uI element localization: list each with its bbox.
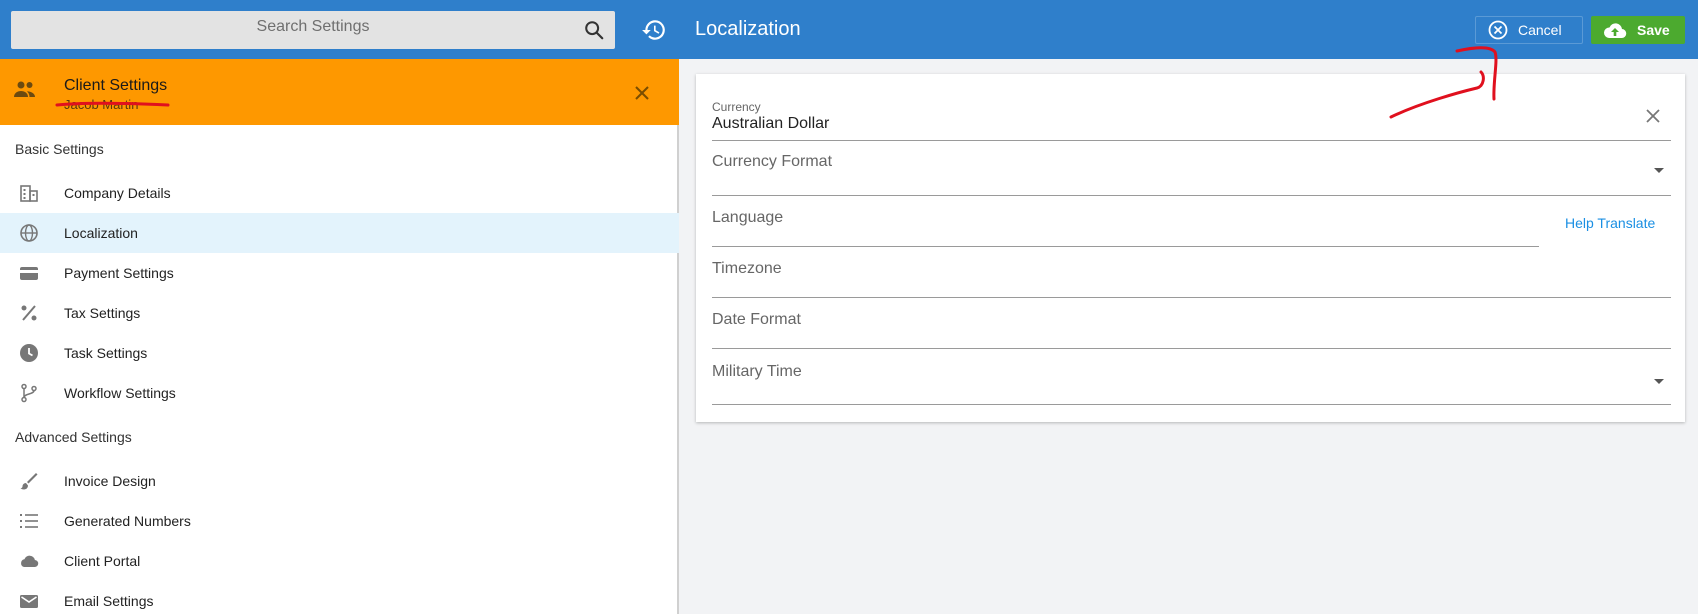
- search-input[interactable]: Search Settings: [11, 11, 615, 49]
- sidebar-item-label: Localization: [64, 225, 138, 241]
- language-label: Language: [712, 209, 784, 226]
- basic-settings-heading: Basic Settings: [15, 141, 104, 157]
- mail-icon: [20, 595, 38, 608]
- sidebar-item-tax-settings[interactable]: Tax Settings: [0, 293, 679, 333]
- currency-format-label: Currency Format: [712, 153, 833, 170]
- localization-form-card: Currency Australian Dollar Currency Form…: [696, 74, 1685, 422]
- close-icon[interactable]: [633, 84, 651, 102]
- sidebar-item-label: Client Portal: [64, 553, 141, 569]
- cancel-circle-icon: [1488, 20, 1508, 40]
- branch-icon: [21, 383, 37, 403]
- sidebar-item-payment-settings[interactable]: Payment Settings: [0, 253, 679, 293]
- currency-value: Australian Dollar: [712, 115, 830, 132]
- sidebar-item-email-settings[interactable]: Email Settings: [0, 581, 679, 614]
- timezone-label: Timezone: [712, 260, 782, 277]
- sidebar-item-label: Payment Settings: [64, 265, 174, 281]
- sidebar-item-label: Invoice Design: [64, 473, 156, 489]
- sidebar-item-label: Email Settings: [64, 593, 154, 609]
- history-icon[interactable]: [641, 17, 667, 43]
- page-title: Localization: [695, 18, 801, 40]
- currency-label: Currency: [712, 100, 761, 114]
- military-time-select[interactable]: Military Time: [712, 349, 1671, 405]
- dropdown-arrow-icon: [1654, 379, 1664, 384]
- advanced-settings-heading: Advanced Settings: [15, 429, 132, 445]
- sidebar-item-company-details[interactable]: Company Details: [0, 173, 679, 213]
- sidebar-item-workflow-settings[interactable]: Workflow Settings: [0, 373, 679, 413]
- settings-content: Localization Cancel Save Currency Austra…: [679, 0, 1698, 614]
- numbered-list-icon: [20, 514, 38, 528]
- military-time-label: Military Time: [712, 363, 802, 380]
- sidebar-item-localization[interactable]: Localization: [0, 213, 679, 253]
- people-icon: [14, 81, 35, 97]
- timezone-field[interactable]: Timezone: [712, 247, 1671, 298]
- credit-card-icon: [20, 267, 38, 280]
- cancel-label: Cancel: [1518, 22, 1562, 38]
- language-field[interactable]: Language: [712, 196, 1539, 247]
- date-format-label: Date Format: [712, 311, 801, 328]
- content-header: Localization Cancel Save: [679, 0, 1698, 59]
- sidebar-header: Search Settings: [0, 0, 679, 59]
- currency-format-select[interactable]: Currency Format: [712, 141, 1671, 196]
- sidebar-item-label: Task Settings: [64, 345, 148, 361]
- settings-sidebar: Search Settings Client Settings Jacob Ma…: [0, 0, 679, 614]
- redaction-mark: [55, 101, 170, 107]
- cloud-upload-icon: [1603, 23, 1627, 39]
- save-button[interactable]: Save: [1591, 16, 1685, 44]
- sidebar-item-label: Workflow Settings: [64, 385, 176, 401]
- sidebar-item-label: Company Details: [64, 185, 171, 201]
- percent-icon: [21, 305, 37, 321]
- brush-icon: [20, 473, 38, 490]
- client-settings-title: Client Settings: [64, 77, 168, 94]
- building-icon: [20, 185, 38, 202]
- dropdown-arrow-icon: [1654, 168, 1664, 173]
- sidebar-item-label: Tax Settings: [64, 305, 141, 321]
- sidebar-item-task-settings[interactable]: Task Settings: [0, 333, 679, 373]
- sidebar-item-invoice-design[interactable]: Invoice Design: [0, 461, 679, 501]
- search-placeholder: Search Settings: [256, 18, 370, 35]
- app-window: Search Settings Client Settings Jacob Ma…: [0, 0, 1698, 614]
- help-translate-link[interactable]: Help Translate: [1565, 215, 1655, 231]
- date-format-field[interactable]: Date Format: [712, 298, 1671, 349]
- currency-field[interactable]: Currency Australian Dollar: [712, 100, 1671, 141]
- sidebar-item-label: Generated Numbers: [64, 513, 191, 529]
- save-label: Save: [1637, 22, 1670, 38]
- globe-icon: [20, 224, 38, 242]
- cloud-icon: [21, 555, 39, 568]
- sidebar-item-client-portal[interactable]: Client Portal: [0, 541, 679, 581]
- clear-icon[interactable]: [1645, 108, 1661, 124]
- sidebar-item-generated-numbers[interactable]: Generated Numbers: [0, 501, 679, 541]
- cancel-button[interactable]: Cancel: [1475, 16, 1583, 44]
- search-icon[interactable]: [583, 19, 605, 41]
- clock-icon: [20, 344, 38, 362]
